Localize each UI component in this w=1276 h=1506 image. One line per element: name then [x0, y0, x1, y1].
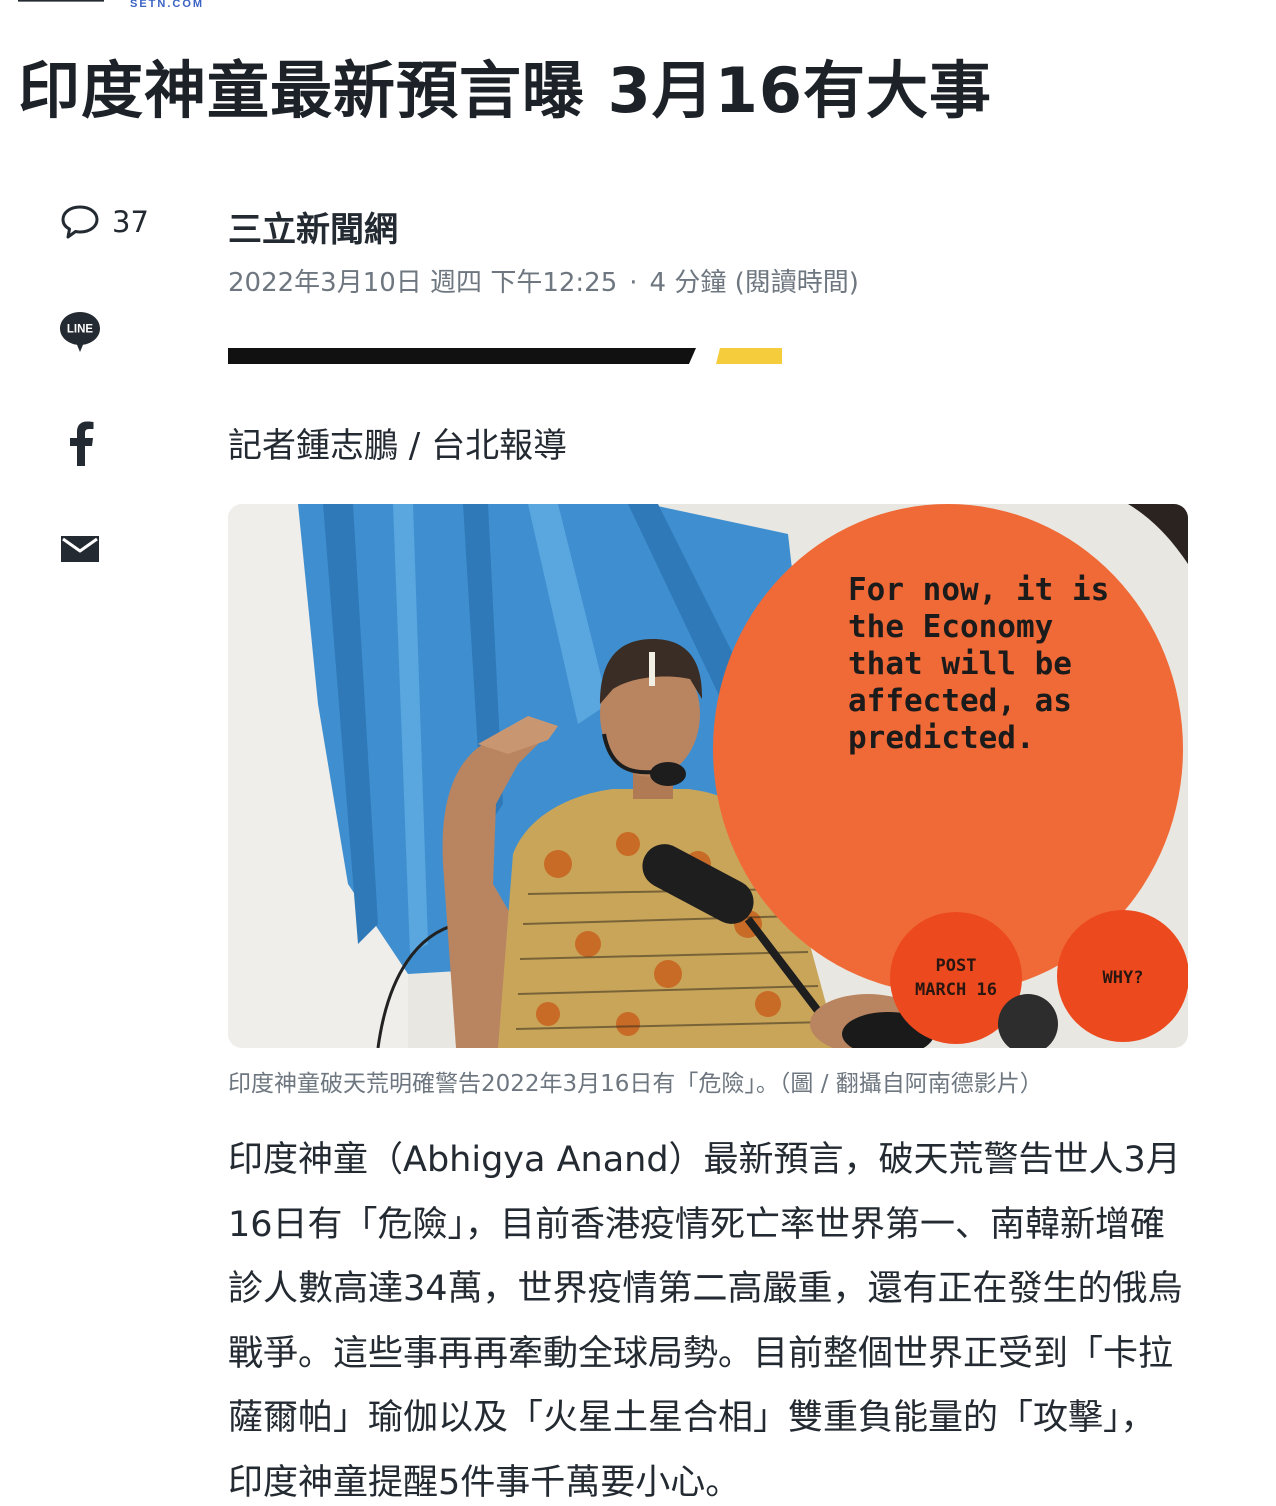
article-meta: 2022年3月10日 週四 下午12:25 · 4 分鐘 (閱讀時間): [228, 262, 859, 299]
source-logo-mark: [18, 0, 104, 2]
facebook-icon[interactable]: [66, 420, 96, 466]
header-divider: [228, 348, 788, 364]
article-headline: 印度神童最新預言曝 3月16有大事: [18, 54, 993, 127]
byline: 記者鍾志鵬 / 台北報導: [228, 426, 568, 466]
divider-yellow-bar: [716, 348, 782, 364]
line-share-icon[interactable]: LINE: [58, 310, 102, 354]
comments-button[interactable]: 37: [60, 204, 149, 240]
mail-icon[interactable]: [60, 532, 100, 564]
source-logo-text: SETN.COM: [130, 0, 205, 10]
meta-separator: ·: [629, 268, 638, 298]
read-time: 4 分鐘 (閱讀時間): [649, 268, 859, 298]
article-body-paragraph: 印度神童（Abhigya Anand）最新預言，破天荒警告世人3月16日有「危險…: [228, 1140, 1183, 1503]
image-bubble-text: For now, it is the Economy that will be …: [848, 572, 1110, 756]
publish-date: 2022年3月10日 週四 下午12:25: [228, 268, 618, 298]
comment-bubble-icon: [61, 205, 99, 239]
source-logo[interactable]: SETN.COM: [18, 0, 204, 10]
article-page: SETN.COM 印度神童最新預言曝 3月16有大事 37 LINE 三立新聞網…: [0, 0, 1276, 1506]
comment-count: 37: [112, 205, 149, 239]
divider-black-bar: [228, 348, 696, 364]
article-image[interactable]: For now, it is the Economy that will be …: [228, 504, 1188, 1048]
provider-name[interactable]: 三立新聞網: [228, 202, 398, 258]
image-badge-post-march: POST MARCH 16: [915, 956, 997, 1000]
image-badge-why: WHY?: [1102, 968, 1144, 988]
svg-text:LINE: LINE: [67, 324, 94, 336]
image-caption: 印度神童破天荒明確警告2022年3月16日有「危險」。（圖 / 翻攝自阿南德影片…: [228, 1071, 1043, 1097]
